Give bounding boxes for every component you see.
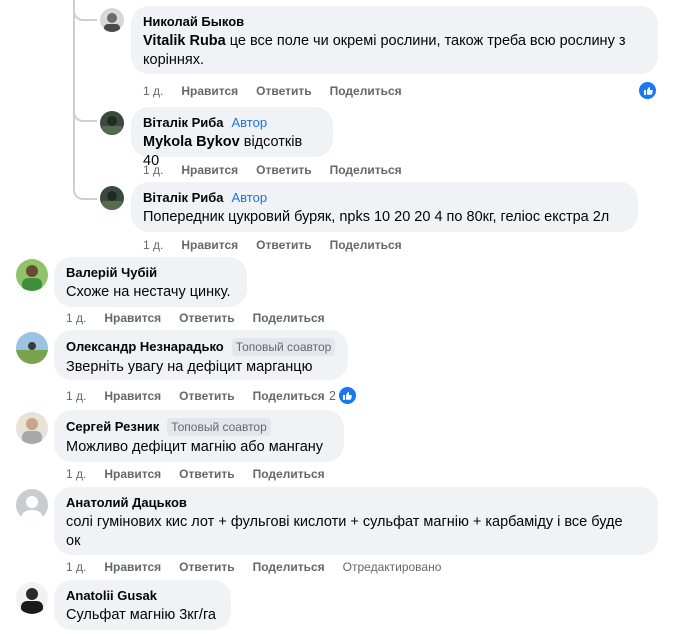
avatar[interactable] — [16, 259, 48, 291]
comment-actions: 1 д. Нравится Ответить Поделиться — [143, 163, 402, 177]
share-button[interactable]: Поделиться — [253, 311, 325, 325]
reply-button[interactable]: Ответить — [179, 467, 234, 481]
reply-button[interactable]: Ответить — [179, 560, 234, 574]
comment-actions: 1 д. Нравится Ответить Поделиться — [66, 311, 325, 325]
mention-link[interactable]: Vitalik Ruba — [143, 33, 226, 49]
thread-line — [73, 0, 75, 184]
comment-bubble: Олександр Незнарадько Топовый соавтор Зв… — [54, 330, 348, 380]
like-button[interactable]: Нравится — [104, 560, 161, 574]
thread-connector — [73, 5, 97, 21]
avatar[interactable] — [100, 186, 124, 210]
reply-button[interactable]: Ответить — [256, 84, 311, 98]
author-badge: Автор — [231, 190, 268, 205]
comment-time[interactable]: 1 д. — [143, 238, 163, 252]
comment-time[interactable]: 1 д. — [66, 467, 86, 481]
comment-author[interactable]: Николай Быков — [143, 14, 244, 30]
comment-text: Зверніть увагу на дефіцит марганцю — [66, 359, 313, 375]
comment-author[interactable]: Сергей Резник — [66, 419, 159, 435]
share-button[interactable]: Поделиться — [330, 163, 402, 177]
thread-connector — [73, 106, 97, 122]
avatar[interactable] — [16, 582, 48, 614]
comment-time[interactable]: 1 д. — [66, 389, 86, 403]
comment-actions: 1 д. Нравится Ответить Поделиться — [143, 238, 402, 252]
reply-button[interactable]: Ответить — [256, 163, 311, 177]
edited-label: Отредактировано — [342, 560, 442, 574]
reply-button[interactable]: Ответить — [179, 311, 234, 325]
comment-bubble: Валерій Чубій Схоже на нестачу цинку. — [54, 257, 247, 307]
avatar[interactable] — [16, 489, 48, 521]
reaction-summary[interactable]: 2 — [329, 386, 357, 405]
reaction-count: 2 — [329, 388, 336, 403]
comment-author[interactable]: Anatolii Gusak — [66, 588, 157, 604]
like-button[interactable]: Нравится — [181, 238, 238, 252]
comment-actions: 1 д. Нравится Ответить Поделиться Отреда… — [66, 560, 441, 574]
like-button[interactable]: Нравится — [104, 389, 161, 403]
comment-author[interactable]: Анатолий Дацьков — [66, 495, 187, 511]
avatar[interactable] — [100, 8, 124, 32]
like-button[interactable]: Нравится — [104, 467, 161, 481]
comment-author[interactable]: Олександр Незнарадько — [66, 339, 224, 355]
mention-link[interactable]: Mykola Bykov — [143, 134, 240, 150]
share-button[interactable]: Поделиться — [253, 560, 325, 574]
comment-author[interactable]: Віталік Риба — [143, 190, 224, 206]
comment-text: Попередник цукровий буряк, npks 10 20 20… — [143, 209, 610, 225]
top-contributor-badge: Топовый соавтор — [231, 338, 336, 356]
comment-actions: 1 д. Нравится Ответить Поделиться — [66, 389, 325, 403]
comment-time[interactable]: 1 д. — [66, 560, 86, 574]
comment-bubble: Віталік Риба Автор Попередник цукровий б… — [131, 182, 638, 232]
thumbs-up-icon — [337, 386, 357, 405]
comment-bubble: Сергей Резник Топовый соавтор Можливо де… — [54, 410, 344, 462]
comment-actions: 1 д. Нравится Ответить Поделиться — [143, 84, 402, 98]
avatar[interactable] — [16, 412, 48, 444]
comment-text: солі гумінових кис лот + фульгові кислот… — [66, 514, 623, 549]
comment-author[interactable]: Віталік Риба — [143, 115, 224, 131]
comment-text: Vitalik Ruba це все поле чи окремі росли… — [143, 33, 626, 68]
share-button[interactable]: Поделиться — [330, 84, 402, 98]
share-button[interactable]: Поделиться — [253, 467, 325, 481]
author-badge: Автор — [231, 115, 268, 130]
reaction-summary[interactable] — [638, 81, 657, 100]
comment-time[interactable]: 1 д. — [143, 163, 163, 177]
comment-text: Сульфат магнію 3кг/га — [66, 607, 216, 623]
comment-bubble: Анатолий Дацьков солі гумінових кис лот … — [54, 487, 658, 555]
comment-author[interactable]: Валерій Чубій — [66, 265, 157, 281]
share-button[interactable]: Поделиться — [253, 389, 325, 403]
reply-button[interactable]: Ответить — [256, 238, 311, 252]
like-button[interactable]: Нравится — [104, 311, 161, 325]
avatar[interactable] — [16, 332, 48, 364]
top-contributor-badge: Топовый соавтор — [167, 418, 271, 436]
avatar[interactable] — [100, 111, 124, 135]
comment-bubble: Anatolii Gusak Сульфат магнію 3кг/га — [54, 580, 231, 630]
share-button[interactable]: Поделиться — [330, 238, 402, 252]
comment-time[interactable]: 1 д. — [143, 84, 163, 98]
thread-connector — [73, 184, 97, 200]
comment-bubble: Николай Быков Vitalik Ruba це все поле ч… — [131, 6, 658, 74]
comment-text: Схоже на нестачу цинку. — [66, 284, 231, 300]
reply-button[interactable]: Ответить — [179, 389, 234, 403]
comment-actions: 1 д. Нравится Ответить Поделиться — [66, 467, 325, 481]
comment-time[interactable]: 1 д. — [66, 311, 86, 325]
like-button[interactable]: Нравится — [181, 163, 238, 177]
comment-text: Можливо дефіцит магнію або мангану — [66, 439, 324, 455]
comment-bubble: Віталік Риба Автор Mykola Bykov відсоткі… — [131, 107, 333, 169]
thumbs-up-icon — [638, 81, 657, 100]
like-button[interactable]: Нравится — [181, 84, 238, 98]
